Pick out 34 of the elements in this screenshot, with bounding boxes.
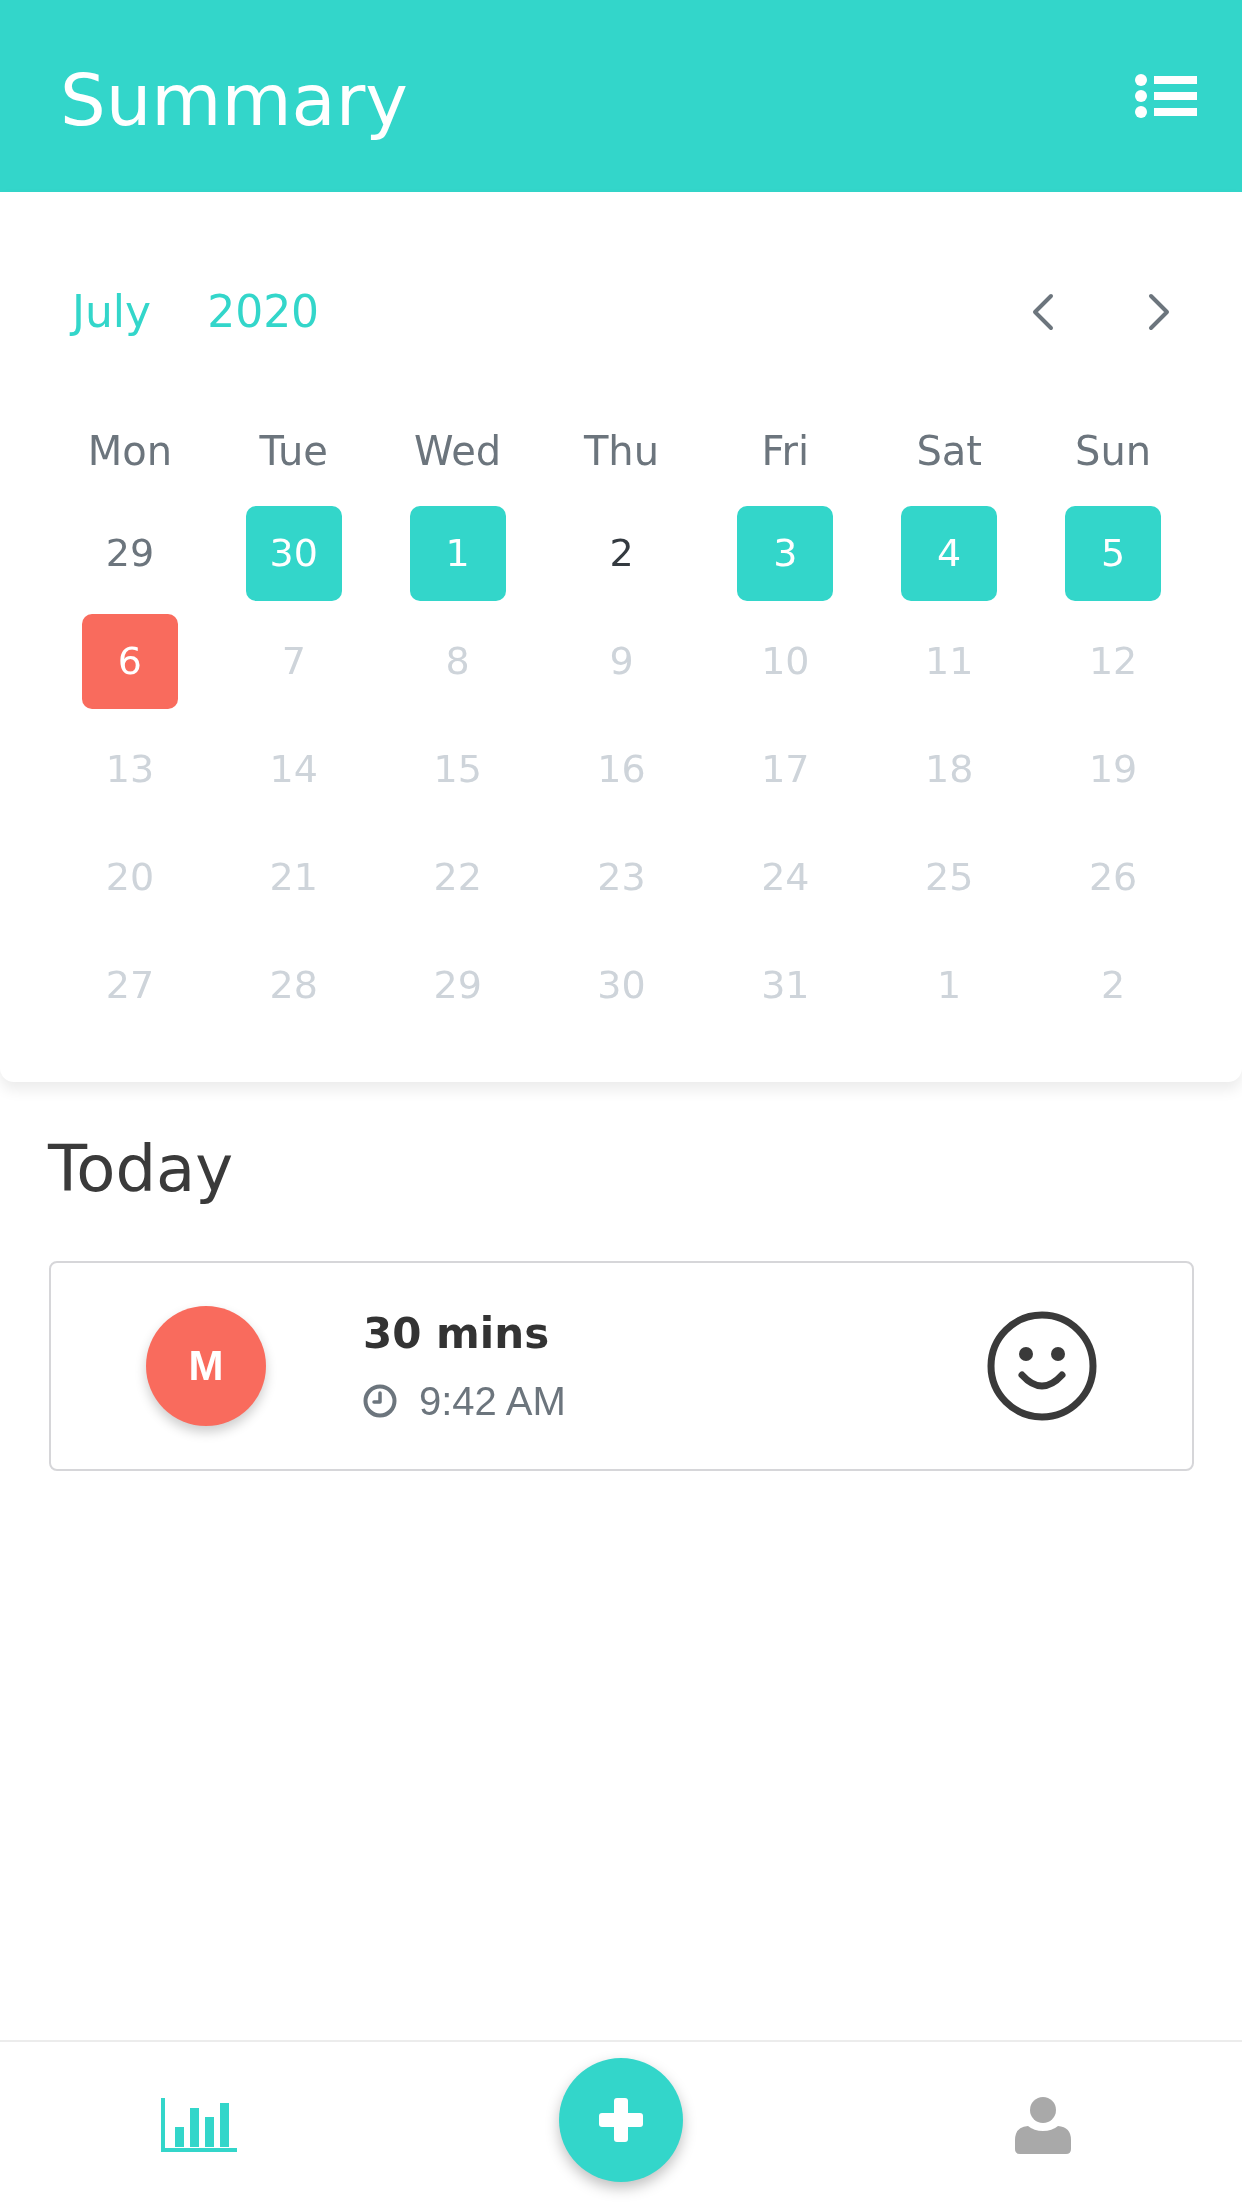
weekday-label: Mon	[87, 427, 173, 476]
person-icon	[1015, 2096, 1071, 2154]
entry-card[interactable]: M 30 mins 9:42 AM	[49, 1261, 1194, 1471]
calendar-day[interactable]: 1	[409, 505, 506, 601]
bar-chart-icon	[161, 2098, 237, 2152]
chevron-left-icon	[1032, 293, 1054, 331]
calendar-day[interactable]: 30	[245, 505, 342, 601]
calendar-day[interactable]: 2	[609, 530, 634, 576]
smiley-face-icon	[987, 1311, 1097, 1421]
weekday-label: Tue	[259, 427, 328, 476]
section-title: Today	[48, 1131, 234, 1207]
avatar: M	[146, 1306, 266, 1426]
weekday-label: Fri	[761, 427, 810, 476]
weekday-label: Sun	[1075, 427, 1152, 476]
plus-icon	[599, 2098, 643, 2142]
weekday-label: Thu	[583, 427, 660, 476]
calendar-day[interactable]: 5	[1065, 505, 1162, 601]
time-text: 9:42 AM	[419, 1378, 566, 1425]
chevron-right-icon	[1148, 293, 1170, 331]
menu-button[interactable]	[1135, 73, 1197, 119]
menu-icon	[1135, 73, 1197, 119]
year-label: 2020	[207, 285, 320, 339]
page-title: Summary	[60, 57, 408, 144]
calendar-day[interactable]: 4	[901, 505, 998, 601]
calendar-day[interactable]: 6	[81, 613, 178, 709]
weekday-label: Wed	[414, 427, 502, 476]
calendar-day[interactable]: 29	[105, 530, 155, 576]
weekday-label: Sat	[916, 427, 982, 476]
clock-icon	[363, 1384, 397, 1418]
add-button[interactable]	[559, 2058, 683, 2182]
calendar-day[interactable]: 3	[737, 505, 834, 601]
nav-tab[interactable]	[1015, 2096, 1071, 2154]
nav-tab[interactable]	[161, 2098, 237, 2152]
duration-text: 30 mins	[363, 1308, 550, 1360]
